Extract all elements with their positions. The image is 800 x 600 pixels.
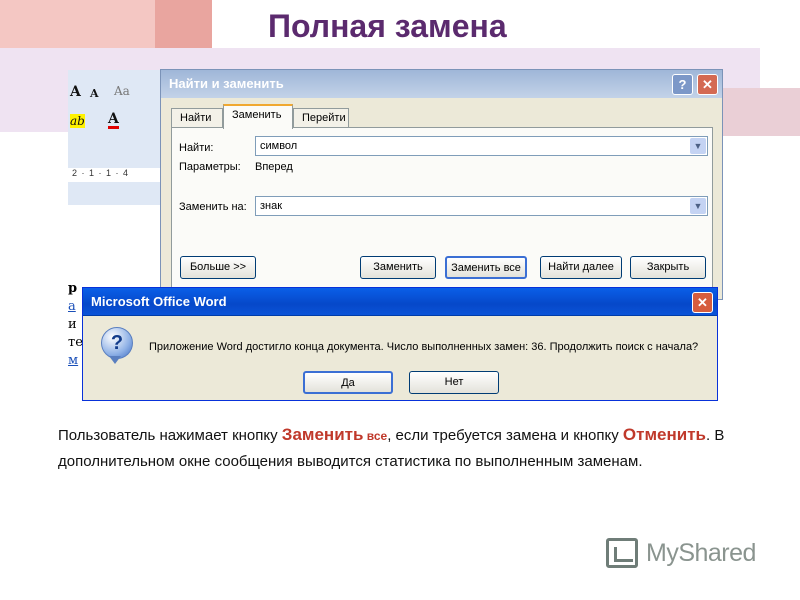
message-box-titlebar[interactable]: Microsoft Office Word ✕ xyxy=(83,288,717,316)
find-input-value: символ xyxy=(260,140,298,152)
message-box: Microsoft Office Word ✕ ? Приложение Wor… xyxy=(82,287,718,401)
close-icon[interactable]: ✕ xyxy=(692,292,713,313)
close-button[interactable]: Закрыть xyxy=(630,256,706,279)
replace-all-highlight: все xyxy=(363,429,388,443)
cancel-highlight: Отменить xyxy=(622,425,706,444)
highlight-button[interactable]: ab xyxy=(70,114,85,128)
description-text: Пользователь нажимает кнопку Заменить вс… xyxy=(58,422,748,475)
replace-label: Заменить на: xyxy=(179,201,247,213)
tab-replace[interactable]: Заменить xyxy=(223,104,293,129)
replace-highlight: Заменить xyxy=(281,425,364,444)
find-replace-dialog: Найти и заменить ? ✕ Найти Заменить Пере… xyxy=(160,69,723,300)
replace-input-value: знак xyxy=(260,200,283,212)
chevron-down-icon[interactable]: ▼ xyxy=(690,198,706,214)
slide-title: Полная замена xyxy=(268,8,507,44)
description-part: Пользователь нажимает кнопку xyxy=(58,427,282,444)
shrink-font-button[interactable]: A xyxy=(90,87,99,100)
find-next-button[interactable]: Найти далее xyxy=(540,256,622,279)
tab-goto[interactable]: Перейти xyxy=(293,108,349,128)
myshared-logo: MyShared xyxy=(606,538,766,574)
logo-text: MyShared xyxy=(646,539,756,567)
close-icon[interactable]: ✕ xyxy=(697,74,718,95)
dialog-title: Найти и заменить xyxy=(169,76,284,91)
dialog-titlebar[interactable]: Найти и заменить ? ✕ xyxy=(161,70,722,98)
tab-find[interactable]: Найти xyxy=(171,108,223,128)
params-label: Параметры: xyxy=(179,161,241,173)
background-band xyxy=(720,88,800,136)
grow-font-button[interactable]: A xyxy=(70,84,81,100)
more-button[interactable]: Больше >> xyxy=(180,256,256,279)
word-ribbon: A A Aa ab A xyxy=(68,70,164,205)
no-button[interactable]: Нет xyxy=(409,371,499,394)
clear-format-button[interactable]: Aa xyxy=(114,84,130,98)
params-value: Вперед xyxy=(255,161,293,173)
replace-input[interactable]: знак ▼ xyxy=(255,196,708,216)
chart-board-icon xyxy=(606,538,638,568)
help-button[interactable]: ? xyxy=(672,74,693,95)
replace-button[interactable]: Заменить xyxy=(360,256,436,279)
message-box-title: Microsoft Office Word xyxy=(91,294,227,309)
ruler: 2 · 1 · 1 · 4 xyxy=(68,168,164,182)
yes-button[interactable]: Да xyxy=(303,371,393,394)
replace-panel: Найти: символ ▼ Параметры: Вперед Замени… xyxy=(171,127,713,292)
find-input[interactable]: символ ▼ xyxy=(255,136,708,156)
chevron-down-icon[interactable]: ▼ xyxy=(690,138,706,154)
replace-all-button[interactable]: Заменить все xyxy=(445,256,527,279)
message-text: Приложение Word достигло конца документа… xyxy=(149,341,699,353)
font-color-button[interactable]: A xyxy=(108,112,119,129)
background-band xyxy=(155,0,212,48)
question-icon-tail xyxy=(109,356,121,364)
question-icon: ? xyxy=(101,327,133,359)
description-part: , если требуется замена и кнопку xyxy=(387,427,623,444)
find-label: Найти: xyxy=(179,142,214,154)
